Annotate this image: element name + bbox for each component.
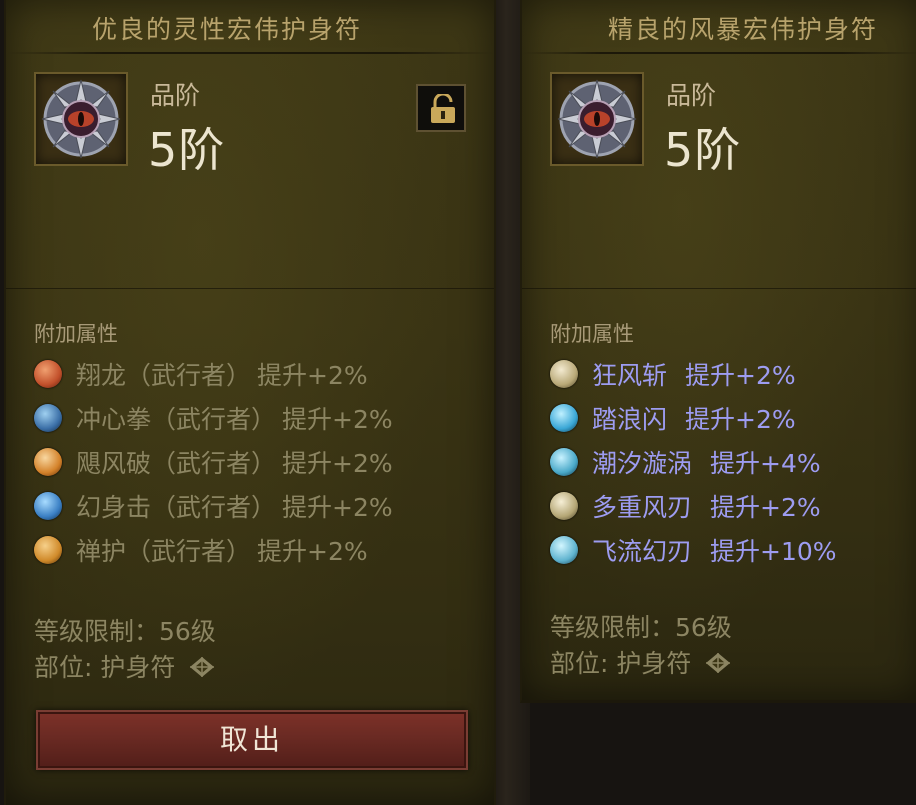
grade-label: 品阶: [666, 81, 717, 110]
grade-label: 品阶: [150, 81, 201, 110]
attribute-row: 潮汐漩涡 提升+4%: [550, 440, 837, 484]
attribute-name: 幻身击（武行者）: [76, 493, 277, 522]
skill-icon-guard: [34, 536, 62, 564]
attribute-name: 飞流幻刃: [592, 537, 693, 566]
attribute-row: 踏浪闪 提升+2%: [550, 396, 837, 440]
attribute-bonus: 提升+2%: [257, 361, 368, 390]
amulet-icon: [41, 79, 121, 159]
unlocked-padlock-icon: [431, 94, 455, 123]
attribute-bonus: 提升+2%: [282, 449, 393, 478]
attribute-bonus: 提升+2%: [685, 405, 796, 434]
attribute-list: 翔龙（武行者） 提升+2% 冲心拳（武行者） 提升+2% 飓风破（武行者） 提升+2%…: [34, 352, 393, 572]
amulet-icon: [557, 79, 637, 159]
attribute-row: 飓风破（武行者） 提升+2%: [34, 440, 393, 484]
attribute-row: 飞流幻刃 提升+10%: [550, 528, 837, 572]
item-title: 优良的灵性宏伟护身符: [92, 15, 363, 44]
skill-icon-cyclone: [34, 448, 62, 476]
item-icon-frame: [550, 72, 644, 166]
item-title: 精良的风暴宏伟护身符: [608, 15, 879, 44]
title-divider: [522, 52, 916, 54]
attributes-header: 附加属性: [34, 322, 118, 346]
skill-icon-multi-blade: [550, 492, 578, 520]
attribute-bonus: 提升+10%: [710, 537, 837, 566]
skill-icon-dash: [34, 492, 62, 520]
attribute-row: 冲心拳（武行者） 提升+2%: [34, 396, 393, 440]
attribute-name: 多重风刃: [592, 493, 693, 522]
attribute-row: 多重风刃 提升+2%: [550, 484, 837, 528]
title-divider: [6, 52, 494, 54]
amulet-slot-icon: [190, 657, 215, 677]
attribute-name: 翔龙（武行者）: [76, 361, 252, 390]
attribute-bonus: 提升+2%: [282, 493, 393, 522]
slot-text: 部位: 护身符: [550, 649, 692, 678]
slot-line: 部位: 护身符: [550, 644, 731, 680]
skill-icon-wave-dash: [550, 404, 578, 432]
attribute-row: 禅护（武行者） 提升+2%: [34, 528, 393, 572]
section-divider: [6, 288, 494, 289]
grade-value: 5阶: [664, 123, 742, 177]
amulet-slot-icon: [706, 653, 731, 673]
attribute-name: 踏浪闪: [592, 405, 668, 434]
attribute-row: 幻身击（武行者） 提升+2%: [34, 484, 393, 528]
level-requirement: 等级限制：56级: [550, 613, 732, 642]
take-out-button[interactable]: 取出: [36, 710, 468, 770]
attribute-bonus: 提升+4%: [710, 449, 821, 478]
attribute-name: 禅护（武行者）: [76, 537, 252, 566]
attribute-name: 飓风破（武行者）: [76, 449, 277, 478]
attribute-row: 翔龙（武行者） 提升+2%: [34, 352, 393, 396]
slot-line: 部位: 护身符: [34, 648, 215, 684]
section-divider: [522, 288, 916, 289]
attribute-name: 冲心拳（武行者）: [76, 405, 277, 434]
attribute-bonus: 提升+2%: [685, 361, 796, 390]
skill-icon-gale-slash: [550, 360, 578, 388]
attribute-bonus: 提升+2%: [257, 537, 368, 566]
item-icon-frame: [34, 72, 128, 166]
attribute-name: 狂风斩: [592, 361, 668, 390]
item-tooltip-right: 精良的风暴宏伟护身符 品阶 5阶 附加属性 狂风斩 提升+2% 踏浪闪 提升+2…: [520, 0, 916, 703]
skill-icon-tidal-vortex: [550, 448, 578, 476]
skill-icon-dragon: [34, 360, 62, 388]
attribute-row: 狂风斩 提升+2%: [550, 352, 837, 396]
skill-icon-flowing-blade: [550, 536, 578, 564]
attributes-header: 附加属性: [550, 322, 634, 346]
grade-value: 5阶: [148, 123, 226, 177]
level-requirement: 等级限制：56级: [34, 617, 216, 646]
item-tooltip-left: 优良的灵性宏伟护身符 品阶 5阶 附加属性 翔龙（武行者） 提升+2% 冲心拳（…: [4, 0, 496, 805]
attribute-bonus: 提升+2%: [282, 405, 393, 434]
attribute-name: 潮汐漩涡: [592, 449, 693, 478]
attribute-bonus: 提升+2%: [710, 493, 821, 522]
lock-toggle-button[interactable]: [416, 84, 466, 132]
attribute-list: 狂风斩 提升+2% 踏浪闪 提升+2% 潮汐漩涡 提升+4% 多重风刃 提升+2% 飞流…: [550, 352, 837, 572]
skill-icon-fist: [34, 404, 62, 432]
slot-text: 部位: 护身符: [34, 653, 176, 682]
